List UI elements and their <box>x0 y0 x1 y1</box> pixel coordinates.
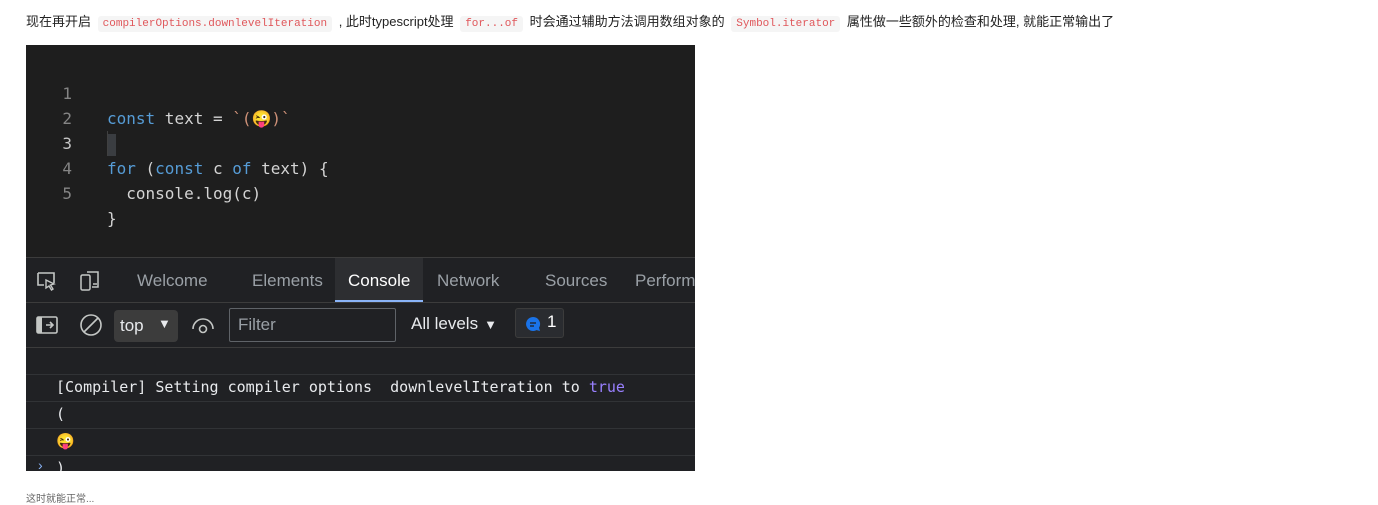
code-text: } <box>107 209 117 228</box>
issue-chat-icon <box>526 316 541 331</box>
code-line: 2 <box>26 81 695 156</box>
tab-network[interactable]: Network <box>437 258 499 300</box>
paragraph-text: 现在再开启 <box>26 14 92 29</box>
console-text: ) <box>56 459 66 471</box>
paragraph-text: , 此时typescript处理 <box>338 14 454 29</box>
dropdown-arrow-icon: ▼ <box>158 316 171 331</box>
inline-code: compilerOptions.downlevelIteration <box>97 16 333 32</box>
console-toolbar: top ▼ All levels ▼ 1 <box>26 303 695 348</box>
tab-elements[interactable]: Elements <box>252 258 323 300</box>
inline-code: for...of <box>460 16 523 32</box>
console-message: 😜 <box>26 402 695 450</box>
paragraph-text: 时会通过辅助方法调用数组对象的 <box>529 14 725 29</box>
live-expression-eye-icon[interactable] <box>191 313 215 337</box>
devtools-panel: Welcome Elements Console Network Sources… <box>26 257 695 471</box>
devtools-tab-bar: Welcome Elements Console Network Sources… <box>26 258 695 303</box>
filter-input[interactable] <box>229 308 396 342</box>
context-value: top <box>120 316 144 335</box>
console-prompt-icon[interactable]: › <box>38 457 43 471</box>
line-number: 5 <box>62 184 72 203</box>
issues-badge[interactable]: 1 <box>515 308 564 338</box>
tab-welcome[interactable]: Welcome <box>137 258 208 300</box>
console-message: ) <box>26 429 695 471</box>
trailing-text: 这时就能正常... <box>26 494 95 505</box>
code-editor[interactable]: 1 const text = `(😜)` 2 3 for (const c of… <box>26 45 695 257</box>
code-line: 1 const text = `(😜)` <box>26 56 695 128</box>
code-line: 4 console.log(c) <box>26 131 695 203</box>
device-toolbar-icon[interactable] <box>79 270 101 292</box>
log-levels-label: All levels <box>411 314 479 333</box>
dropdown-arrow-icon: ▼ <box>484 317 497 332</box>
log-levels-dropdown[interactable]: All levels ▼ <box>411 314 497 334</box>
sidebar-toggle-icon[interactable] <box>35 313 59 337</box>
description-paragraph: 现在再开启 compilerOptions.downlevelIteration… <box>26 12 1114 34</box>
inspect-element-icon[interactable] <box>35 270 57 292</box>
clear-console-icon[interactable] <box>79 313 103 337</box>
tab-console[interactable]: Console <box>335 258 424 302</box>
code-text: console.log(c) <box>107 184 262 203</box>
tab-performance[interactable]: Perform <box>635 258 695 300</box>
inline-code: Symbol.iterator <box>731 16 841 32</box>
console-message: [Compiler] Setting compiler options down… <box>26 348 695 396</box>
code-line: 5 } <box>26 156 695 228</box>
context-selector[interactable]: top ▼ <box>114 310 178 342</box>
indent-guide <box>107 131 108 156</box>
code-line: 3 for (const c of text) { <box>26 106 695 178</box>
console-message: ( <box>26 375 695 423</box>
issues-count: 1 <box>547 312 557 331</box>
paragraph-text: 属性做一些额外的检查和处理, 就能正常输出了 <box>846 14 1115 29</box>
tab-sources[interactable]: Sources <box>545 258 607 300</box>
screenshot-panel: 1 const text = `(😜)` 2 3 for (const c of… <box>26 45 695 471</box>
